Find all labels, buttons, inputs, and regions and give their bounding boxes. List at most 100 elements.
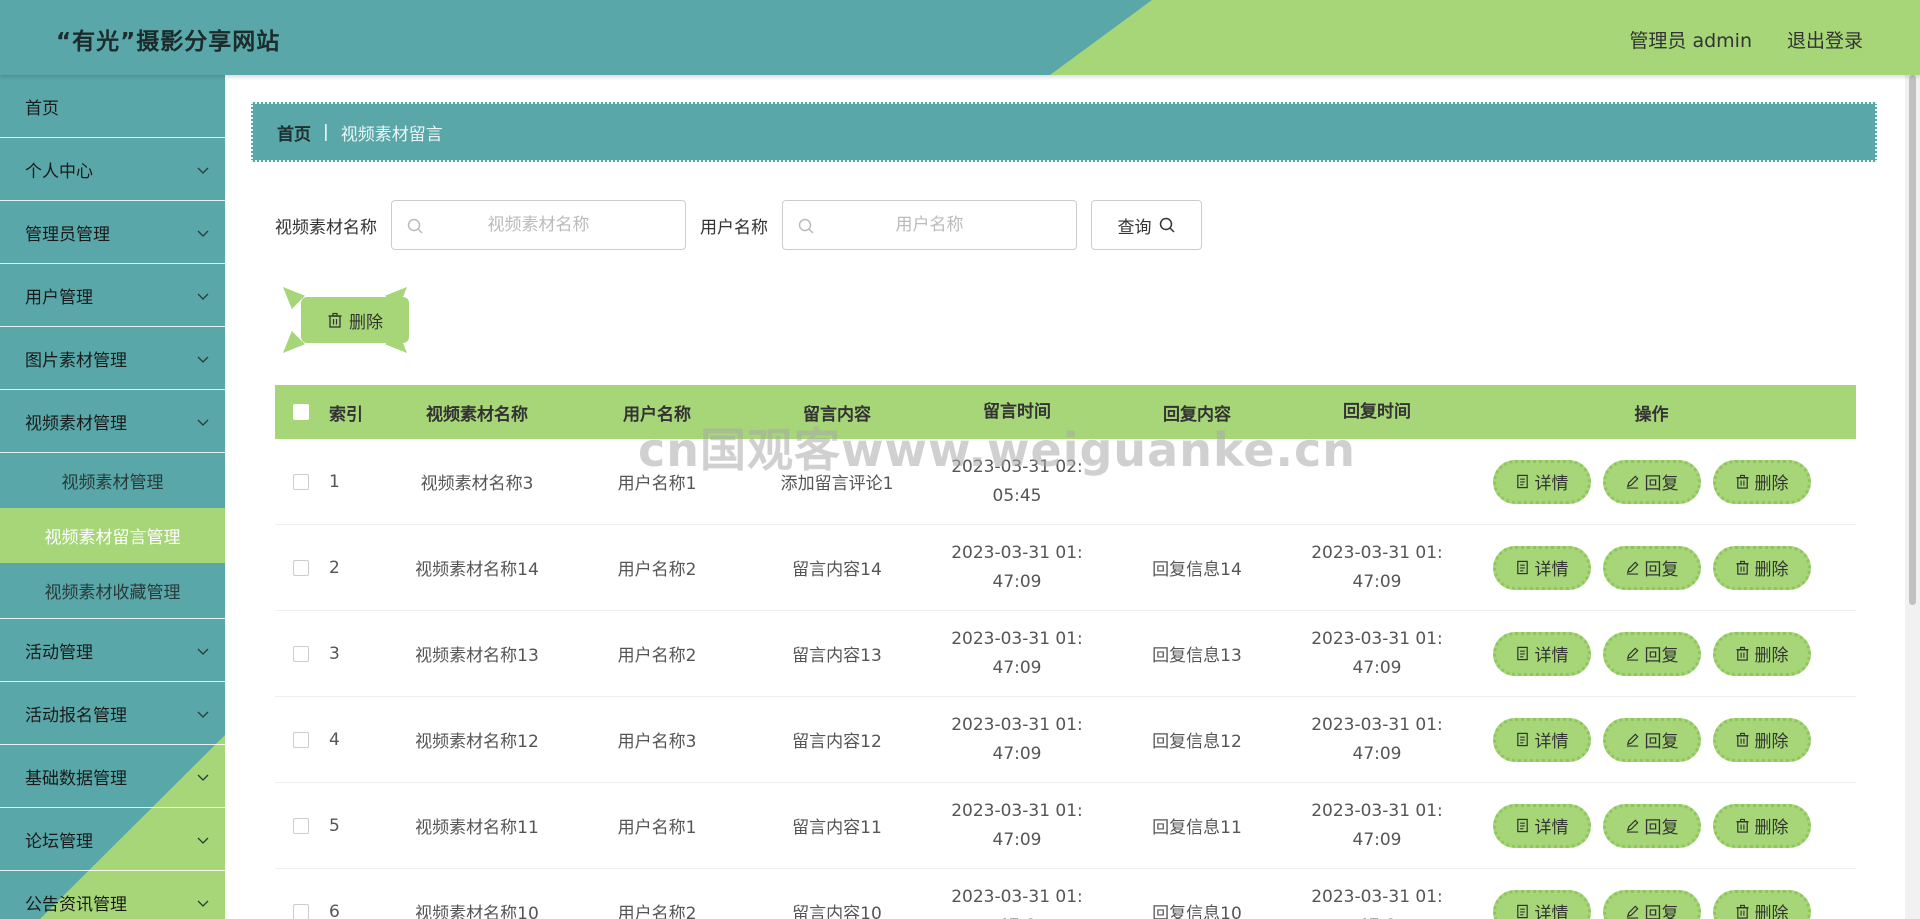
breadcrumb: 首页 | 视频素材留言 bbox=[251, 102, 1877, 162]
batch-delete-button[interactable]: 删除 bbox=[301, 297, 409, 343]
reply-button[interactable]: 回复 bbox=[1602, 631, 1701, 676]
user-name-input[interactable] bbox=[783, 201, 1076, 249]
sidebar-item-label: 公告资讯管理 bbox=[25, 894, 127, 915]
edit-icon bbox=[1626, 475, 1639, 489]
row-checkbox[interactable] bbox=[293, 645, 309, 662]
page-scrollbar[interactable] bbox=[1905, 75, 1920, 919]
delete-button[interactable]: 删除 bbox=[1712, 803, 1811, 848]
user-name-search[interactable] bbox=[782, 200, 1077, 250]
breadcrumb-home[interactable]: 首页 bbox=[277, 120, 311, 145]
sidebar-item[interactable]: 活动报名管理 bbox=[0, 682, 225, 745]
search-label-material: 视频素材名称 bbox=[275, 217, 377, 238]
chevron-down-icon bbox=[197, 837, 209, 844]
sidebar: 首页 个人中心 管理员管理 用户管理 图片素材管理 视频素材管理 视频素材管理 视频素材留言… bbox=[0, 75, 225, 919]
reply-button[interactable]: 回复 bbox=[1602, 803, 1701, 848]
document-icon bbox=[1516, 732, 1528, 747]
sidebar-item[interactable]: 基础数据管理 bbox=[0, 745, 225, 808]
detail-button[interactable]: 详情 bbox=[1492, 717, 1591, 762]
row-checkbox[interactable] bbox=[293, 817, 309, 834]
sidebar-item[interactable]: 活动管理 bbox=[0, 619, 225, 682]
sidebar-subitem[interactable]: 视频素材留言管理 bbox=[0, 508, 225, 563]
search-label-user: 用户名称 bbox=[700, 217, 768, 238]
chevron-down-icon bbox=[197, 230, 209, 237]
edit-icon bbox=[1626, 561, 1639, 575]
row-checkbox[interactable] bbox=[293, 559, 309, 576]
sidebar-item[interactable]: 用户管理 bbox=[0, 264, 225, 327]
sidebar-item[interactable]: 个人中心 bbox=[0, 138, 225, 201]
delete-button[interactable]: 删除 bbox=[1712, 459, 1811, 504]
sidebar-item-label: 用户管理 bbox=[25, 287, 93, 308]
delete-button[interactable]: 删除 bbox=[1712, 631, 1811, 676]
delete-label: 删除 bbox=[1754, 560, 1789, 580]
reply-button[interactable]: 回复 bbox=[1602, 545, 1701, 590]
sidebar-item[interactable]: 图片素材管理 bbox=[0, 327, 225, 390]
sidebar-item[interactable]: 公告资讯管理 bbox=[0, 871, 225, 919]
cell-reply-time: 2023-03-31 01:47:0 bbox=[1311, 886, 1443, 919]
row-checkbox-cell bbox=[275, 731, 327, 748]
cell-index: 6 bbox=[329, 901, 340, 919]
detail-button[interactable]: 详情 bbox=[1492, 545, 1591, 590]
scrollbar-thumb[interactable] bbox=[1909, 75, 1916, 605]
cell-index: 3 bbox=[329, 643, 340, 664]
trash-icon bbox=[1735, 732, 1749, 747]
reply-button[interactable]: 回复 bbox=[1602, 889, 1701, 919]
top-header: “有光”摄影分享网站 管理员 admin 退出登录 bbox=[0, 0, 1920, 75]
row-checkbox[interactable] bbox=[293, 731, 309, 748]
chevron-down-icon bbox=[197, 419, 209, 426]
sidebar-item-label: 管理员管理 bbox=[25, 224, 110, 245]
reply-label: 回复 bbox=[1644, 732, 1679, 752]
cell-user-name: 用户名称2 bbox=[617, 904, 697, 919]
cell-actions: 详情 回复 删除 bbox=[1447, 717, 1856, 762]
cell-user-name: 用户名称3 bbox=[617, 732, 697, 752]
detail-button[interactable]: 详情 bbox=[1492, 889, 1591, 919]
site-title: “有光”摄影分享网站 bbox=[56, 29, 281, 55]
chevron-down-icon bbox=[197, 648, 209, 655]
search-icon bbox=[798, 218, 814, 234]
logout-link[interactable]: 退出登录 bbox=[1787, 26, 1863, 53]
edit-icon bbox=[1626, 819, 1639, 833]
cell-index: 1 bbox=[329, 471, 340, 492]
cell-content: 添加留言评论1 bbox=[780, 474, 894, 494]
sidebar-item[interactable]: 视频素材管理 bbox=[0, 390, 225, 453]
cell-reply: 回复信息12 bbox=[1152, 732, 1242, 752]
search-icon bbox=[1159, 217, 1175, 233]
select-all-checkbox[interactable] bbox=[293, 404, 309, 420]
chevron-down-icon bbox=[197, 774, 209, 781]
sidebar-item[interactable]: 论坛管理 bbox=[0, 808, 225, 871]
cell-content: 留言内容14 bbox=[792, 560, 882, 580]
row-checkbox[interactable] bbox=[293, 903, 309, 919]
detail-button[interactable]: 详情 bbox=[1492, 803, 1591, 848]
cell-material-name: 视频素材名称14 bbox=[415, 560, 539, 580]
material-name-search[interactable] bbox=[391, 200, 686, 250]
chevron-down-icon bbox=[197, 356, 209, 363]
detail-label: 详情 bbox=[1534, 646, 1569, 666]
sidebar-item[interactable]: 首页 bbox=[0, 75, 225, 138]
cell-content: 留言内容10 bbox=[792, 904, 882, 919]
row-checkbox[interactable] bbox=[293, 473, 309, 490]
sidebar-subitem[interactable]: 视频素材收藏管理 bbox=[0, 563, 225, 618]
reply-button[interactable]: 回复 bbox=[1602, 717, 1701, 762]
material-name-input[interactable] bbox=[392, 201, 685, 249]
delete-button[interactable]: 删除 bbox=[1712, 889, 1811, 919]
main-content: 首页 | 视频素材留言 视频素材名称 用户名称 查询 删除 索 bbox=[225, 75, 1905, 919]
cell-time: 2023-03-31 01:47:0 bbox=[951, 886, 1083, 919]
edit-icon bbox=[1626, 905, 1639, 919]
col-user-name: 用户名称 bbox=[623, 404, 691, 425]
query-label: 查询 bbox=[1117, 217, 1152, 238]
table-body: 1 视频素材名称3 用户名称1 添加留言评论1 2023-03-31 02:05:45 详… bbox=[275, 439, 1856, 919]
cell-reply-time: 2023-03-31 01:47:09 bbox=[1311, 800, 1443, 850]
detail-button[interactable]: 详情 bbox=[1492, 459, 1591, 504]
edit-icon bbox=[1626, 647, 1639, 661]
sidebar-item-label: 图片素材管理 bbox=[25, 350, 127, 371]
query-button[interactable]: 查询 bbox=[1091, 200, 1202, 250]
document-icon bbox=[1516, 818, 1528, 833]
sidebar-subitem[interactable]: 视频素材管理 bbox=[0, 453, 225, 508]
current-user: 管理员 admin bbox=[1629, 30, 1752, 52]
sidebar-item[interactable]: 管理员管理 bbox=[0, 201, 225, 264]
cell-content: 留言内容12 bbox=[792, 732, 882, 752]
delete-button[interactable]: 删除 bbox=[1712, 545, 1811, 590]
detail-button[interactable]: 详情 bbox=[1492, 631, 1591, 676]
cell-content: 留言内容13 bbox=[792, 646, 882, 666]
delete-button[interactable]: 删除 bbox=[1712, 717, 1811, 762]
reply-button[interactable]: 回复 bbox=[1602, 459, 1701, 504]
